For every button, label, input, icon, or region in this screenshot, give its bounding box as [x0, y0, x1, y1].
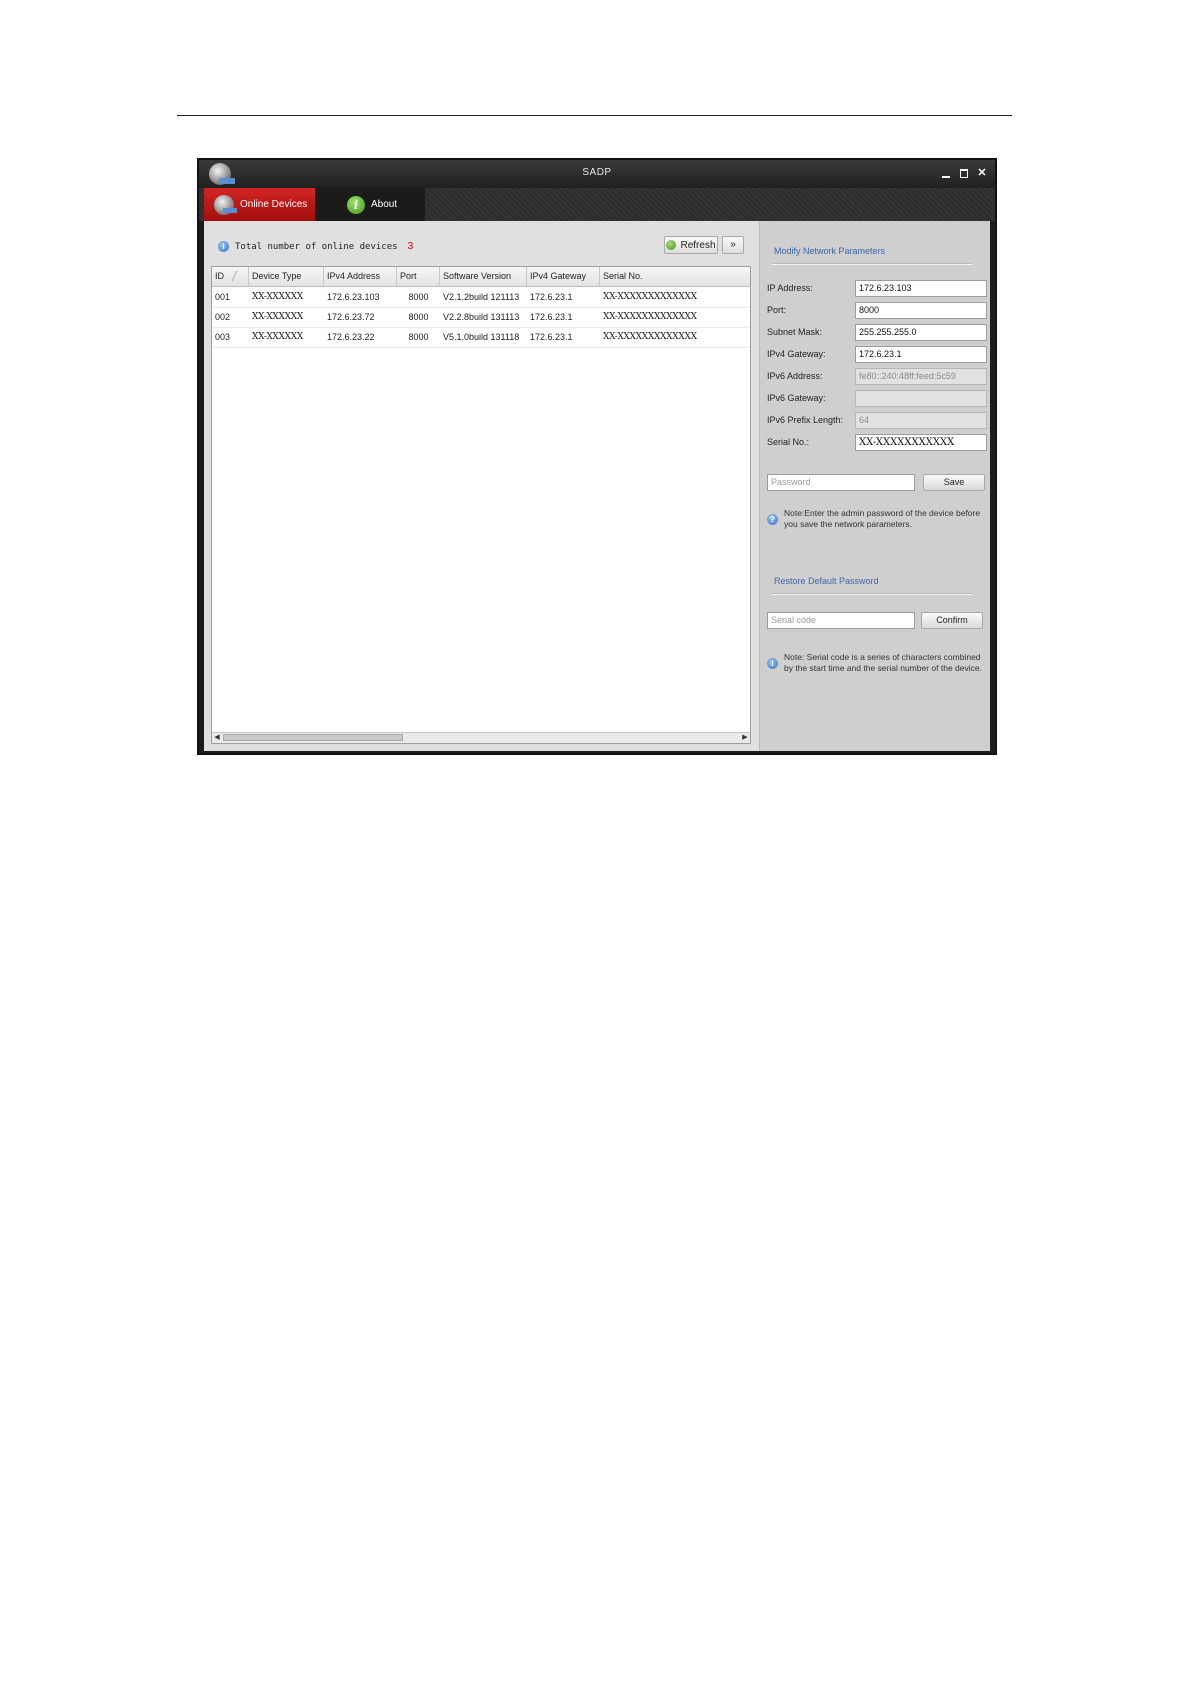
info-icon: i	[767, 658, 778, 669]
restore-section-title: Restore Default Password	[774, 576, 879, 586]
cell-software-version: V2.1.2build 121113	[443, 292, 520, 302]
cell-id: 003	[215, 332, 231, 342]
tab-label: About	[371, 199, 398, 210]
column-header-ipv4-address[interactable]: IPv4 Address	[324, 267, 397, 286]
column-header-id[interactable]: ID	[212, 267, 249, 286]
scroll-right-icon[interactable]: ▶	[740, 733, 750, 743]
cell-ipv4-address: 172.6.23.72	[327, 312, 375, 322]
ipv6-address-label: IPv6 Address:	[767, 371, 823, 381]
serial-no-field[interactable]: XX-XXXXXXXXXXX	[855, 434, 987, 451]
page-header-rule	[177, 115, 1012, 116]
tab-label: Online Devices	[240, 199, 308, 210]
tab-about[interactable]: i About	[315, 188, 425, 221]
ipv6-prefix-length-label: IPv6 Prefix Length:	[767, 415, 844, 425]
refresh-label: Refresh	[680, 239, 716, 251]
globe-icon	[214, 194, 237, 215]
restore-note-text: Note: Serial code is a series of charact…	[784, 652, 982, 673]
refresh-icon	[666, 240, 677, 250]
ipv6-prefix-length-field: 64	[855, 412, 987, 429]
column-header-serial-no[interactable]: Serial No.	[600, 267, 750, 286]
device-list-pane: i Total number of online devices 3 Refre…	[204, 221, 759, 751]
column-header-device-type[interactable]: Device Type	[249, 267, 324, 286]
cell-port: 8000	[408, 332, 429, 342]
ipv4-gateway-label: IPv4 Gateway:	[767, 349, 826, 359]
section-divider	[772, 263, 972, 265]
cell-device-type: XX-XXXXXX	[252, 292, 303, 302]
cell-id: 002	[215, 312, 231, 322]
cell-port: 8000	[408, 312, 429, 322]
window-title: SADP	[582, 167, 612, 178]
minimize-icon[interactable]	[939, 166, 953, 180]
ipv6-gateway-label: IPv6 Gateway:	[767, 393, 826, 403]
subnet-mask-label: Subnet Mask:	[767, 327, 823, 337]
tab-online-devices[interactable]: Online Devices	[204, 188, 315, 221]
content-area: i Total number of online devices 3 Refre…	[204, 221, 990, 751]
port-field[interactable]: 8000	[855, 302, 987, 319]
total-devices: i Total number of online devices 3	[218, 241, 413, 252]
cell-device-type: XX-XXXXXX	[252, 332, 303, 342]
horizontal-scrollbar[interactable]: ◀ ▶	[212, 732, 750, 743]
cell-ipv4-gateway: 172.6.23.1	[530, 312, 573, 322]
cell-serial-no: XX-XXXXXXXXXXXXX	[603, 332, 697, 342]
modify-note: ? Note:Enter the admin password of the d…	[767, 508, 982, 530]
cell-ipv4-address: 172.6.23.22	[327, 332, 375, 342]
column-header-port[interactable]: Port	[397, 267, 440, 286]
cell-serial-no: XX-XXXXXXXXXXXXX	[603, 312, 697, 322]
info-icon: i	[218, 241, 229, 252]
cell-software-version: V5.1.0build 131118	[443, 332, 520, 342]
port-label: Port:	[767, 305, 787, 315]
cell-id: 001	[215, 292, 231, 302]
table-row[interactable]: 003 XX-XXXXXX 172.6.23.22 8000 V5.1.0bui…	[212, 327, 750, 348]
ip-address-field[interactable]: 172.6.23.103	[855, 280, 987, 297]
ip-address-label: IP Address:	[767, 283, 813, 293]
serial-no-label: Serial No.:	[767, 437, 810, 447]
table-header: ID Device Type IPv4 Address Port Softwar…	[212, 267, 750, 287]
subnet-mask-field[interactable]: 255.255.255.0	[855, 324, 987, 341]
modify-note-text: Note:Enter the admin password of the dev…	[784, 508, 981, 529]
save-button[interactable]: Save	[923, 474, 985, 491]
table-row[interactable]: 001 XX-XXXXXX 172.6.23.103 8000 V2.1.2bu…	[212, 287, 750, 308]
scrollbar-thumb[interactable]	[223, 734, 403, 741]
ipv6-address-field: fe80::240:48ff:feed:5c59	[855, 368, 987, 385]
cell-ipv4-gateway: 172.6.23.1	[530, 332, 573, 342]
ipv6-gateway-field	[855, 390, 987, 407]
table-row[interactable]: 002 XX-XXXXXX 172.6.23.72 8000 V2.2.8bui…	[212, 307, 750, 328]
info-icon: ?	[767, 514, 778, 525]
section-divider	[772, 593, 972, 595]
parameters-pane: Modify Network Parameters IP Address: 17…	[759, 221, 990, 751]
expand-button[interactable]: »	[722, 236, 744, 254]
cell-software-version: V2.2.8build 131113	[443, 312, 520, 322]
ipv4-gateway-field[interactable]: 172.6.23.1	[855, 346, 987, 363]
serial-code-field[interactable]: Serial code	[767, 612, 915, 629]
cell-serial-no: XX-XXXXXXXXXXXXX	[603, 292, 697, 302]
restore-note: i Note: Serial code is a series of chara…	[767, 652, 982, 674]
sadp-window: SADP ✕ Online Devices i About i Total nu…	[197, 158, 997, 755]
refresh-button[interactable]: Refresh	[664, 236, 718, 254]
column-header-ipv4-gateway[interactable]: IPv4 Gateway	[527, 267, 600, 286]
total-count: 3	[407, 241, 414, 252]
cell-ipv4-address: 172.6.23.103	[327, 292, 380, 302]
cell-port: 8000	[408, 292, 429, 302]
title-bar[interactable]: SADP ✕	[199, 160, 995, 188]
info-icon: i	[347, 195, 365, 214]
modify-section-title: Modify Network Parameters	[774, 246, 886, 256]
close-icon[interactable]: ✕	[975, 166, 989, 180]
password-field[interactable]: Password	[767, 474, 915, 491]
total-label: Total number of online devices	[235, 241, 398, 252]
cell-device-type: XX-XXXXXX	[252, 312, 303, 322]
cell-ipv4-gateway: 172.6.23.1	[530, 292, 573, 302]
device-table: ID Device Type IPv4 Address Port Softwar…	[211, 266, 751, 744]
confirm-button[interactable]: Confirm	[921, 612, 983, 629]
column-header-software-version[interactable]: Software Version	[440, 267, 527, 286]
scroll-left-icon[interactable]: ◀	[212, 733, 222, 743]
maximize-icon[interactable]	[957, 166, 971, 180]
tab-bar: Online Devices i About	[199, 188, 995, 221]
